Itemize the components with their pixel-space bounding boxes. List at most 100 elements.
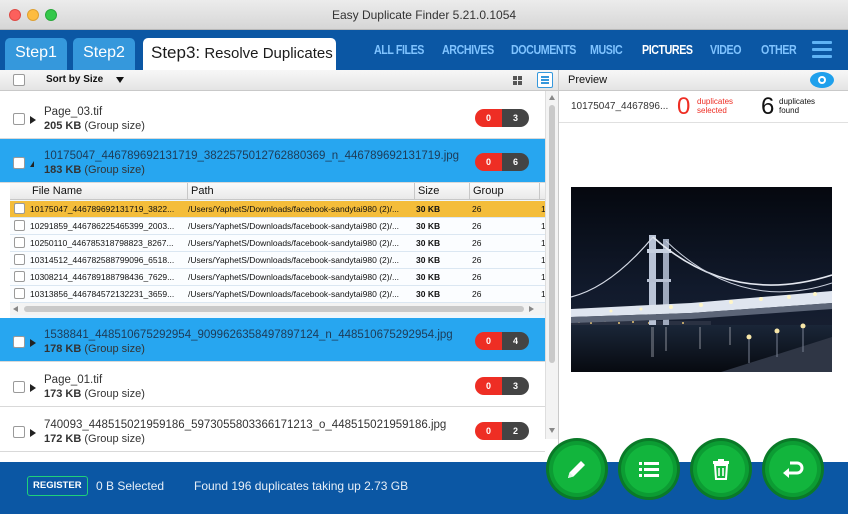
selected-count-badge: 0 [475, 377, 502, 395]
group-size: 183 KB (Group size) [44, 164, 145, 176]
expand-arrow-icon[interactable] [30, 429, 36, 437]
file-table-horizontal-scrollbar[interactable] [10, 303, 545, 315]
scroll-right-icon[interactable] [529, 306, 534, 312]
scan-summary-text: Found 196 duplicates taking up 2.73 GB [194, 479, 409, 493]
select-list-button[interactable] [621, 441, 677, 497]
group-size: 205 KB (Group size) [44, 120, 145, 132]
duplicate-group-row-selected[interactable]: 10175047_446789692131719_382257501276288… [0, 139, 545, 183]
expand-arrow-icon[interactable] [30, 116, 36, 124]
preview-info: 10175047_4467896... 0 duplicates selected… [559, 91, 848, 123]
duplicate-group-row[interactable]: Page_03.tif 205 KB (Group size) 0 3 [0, 95, 545, 139]
group-checkbox[interactable] [13, 157, 25, 169]
duplicate-group-row[interactable]: 740093_448515021959186_59730558033661712… [0, 408, 545, 452]
delete-button[interactable] [693, 441, 749, 497]
duplicate-count-badge: 4 [502, 332, 529, 350]
group-count-badge: 0 4 [475, 332, 529, 350]
group-checkbox[interactable] [13, 426, 25, 438]
scrollbar-thumb[interactable] [549, 105, 555, 363]
column-header-size[interactable]: Size [418, 185, 439, 197]
category-documents[interactable]: DOCUMENTS [511, 42, 576, 57]
category-archives[interactable]: ARCHIVES [442, 42, 494, 57]
undo-button[interactable] [765, 441, 821, 497]
group-checkbox[interactable] [13, 113, 25, 125]
selected-count-badge: 0 [475, 153, 502, 171]
group-file-table: File Name Path Size Group 10175047_44678… [10, 183, 545, 320]
step3-prefix: Step3: [151, 43, 201, 62]
undo-icon [783, 461, 804, 478]
group-count-badge: 0 6 [475, 153, 529, 171]
column-header-file-name[interactable]: File Name [32, 185, 82, 197]
pencil-icon [568, 461, 585, 478]
file-table-row[interactable]: 10313856_446784572132231_3659... /Users/… [10, 286, 545, 303]
group-count-badge: 0 3 [475, 109, 529, 127]
file-checkbox[interactable] [14, 220, 25, 231]
selected-count-badge: 0 [475, 332, 502, 350]
scroll-up-icon[interactable] [549, 95, 555, 100]
file-table-row[interactable]: 10250110_446785318798823_8267... /Users/… [10, 235, 545, 252]
file-table-row[interactable]: 10308214_446789188798436_7629... /Users/… [10, 269, 545, 286]
list-toolbar: Sort by Size [0, 70, 558, 91]
expand-arrow-icon[interactable] [30, 384, 36, 392]
file-table-row[interactable]: 10291859_446786225465399_2003... /Users/… [10, 218, 545, 235]
group-list-vertical-scrollbar[interactable] [545, 91, 558, 439]
group-count-badge: 0 2 [475, 422, 529, 440]
file-checkbox[interactable] [14, 288, 25, 299]
duplicates-selected-label: duplicates selected [697, 97, 734, 115]
scroll-left-icon[interactable] [13, 306, 18, 312]
list-view-icon[interactable] [537, 72, 553, 88]
collapse-arrow-icon[interactable] [30, 161, 34, 167]
scrollbar-thumb[interactable] [24, 306, 524, 312]
group-size: 172 KB (Group size) [44, 433, 145, 445]
file-checkbox[interactable] [14, 237, 25, 248]
list-icon [639, 462, 659, 477]
selected-count-badge: 0 [475, 422, 502, 440]
sort-dropdown[interactable]: Sort by Size [46, 74, 103, 85]
duplicate-count-badge: 3 [502, 109, 529, 127]
column-header-path[interactable]: Path [191, 185, 214, 197]
category-video[interactable]: VIDEO [710, 42, 742, 57]
category-all-files[interactable]: ALL FILES [374, 42, 424, 57]
scroll-down-icon[interactable] [549, 428, 555, 433]
grid-view-icon[interactable] [513, 76, 522, 85]
group-file-name: Page_01.tif [44, 374, 103, 386]
file-table-row[interactable]: 10314512_446782588799096_6518... /Users/… [10, 252, 545, 269]
tab-step2[interactable]: Step2 [73, 38, 135, 70]
edit-button[interactable] [549, 441, 605, 497]
step3-label: Resolve Duplicates [204, 45, 333, 62]
group-checkbox[interactable] [13, 381, 25, 393]
tab-step3[interactable]: Step3: Resolve Duplicates [143, 38, 336, 70]
duplicate-group-row[interactable]: Page_01.tif 173 KB (Group size) 0 3 [0, 363, 545, 407]
preview-header: Preview [559, 70, 848, 91]
group-size: 178 KB (Group size) [44, 343, 145, 355]
expand-arrow-icon[interactable] [30, 339, 36, 347]
category-music[interactable]: MUSIC [590, 42, 623, 57]
app-header: Step1 Step2 Step3: Resolve Duplicates AL… [0, 30, 848, 70]
preview-image [571, 187, 832, 372]
menu-icon[interactable] [812, 41, 832, 59]
sort-dropdown-arrow-icon[interactable] [116, 77, 124, 83]
title-bar: Easy Duplicate Finder 5.21.0.1054 [0, 0, 848, 30]
file-table-row[interactable]: 10175047_446789692131719_3822... /Users/… [10, 201, 545, 218]
group-file-name: 1538841_448510675292954_9099626358497897… [44, 329, 453, 341]
category-pictures[interactable]: PICTURES [642, 42, 693, 57]
group-checkbox[interactable] [13, 336, 25, 348]
file-checkbox[interactable] [14, 271, 25, 282]
window-title: Easy Duplicate Finder 5.21.0.1054 [331, 8, 517, 22]
selected-size-text: 0 B Selected [96, 479, 165, 493]
selected-count-badge: 0 [475, 109, 502, 127]
file-checkbox[interactable] [14, 254, 25, 265]
tab-step1[interactable]: Step1 [5, 38, 67, 70]
duplicate-group-row-selected[interactable]: 1538841_448510675292954_9099626358497897… [0, 318, 545, 362]
register-button[interactable]: REGISTER [27, 476, 88, 496]
select-all-checkbox[interactable] [13, 74, 25, 86]
group-file-name: 10175047_446789692131719_382257501276288… [44, 150, 460, 162]
duplicates-selected-count: 0 [677, 93, 691, 120]
duplicate-count-badge: 3 [502, 377, 529, 395]
category-other[interactable]: OTHER [761, 42, 797, 57]
file-table-header: File Name Path Size Group [10, 183, 545, 200]
duplicates-found-label: duplicates found [779, 97, 816, 115]
eye-icon[interactable] [810, 72, 834, 88]
file-checkbox[interactable] [14, 203, 25, 214]
column-header-group[interactable]: Group [473, 185, 504, 197]
duplicate-count-badge: 2 [502, 422, 529, 440]
